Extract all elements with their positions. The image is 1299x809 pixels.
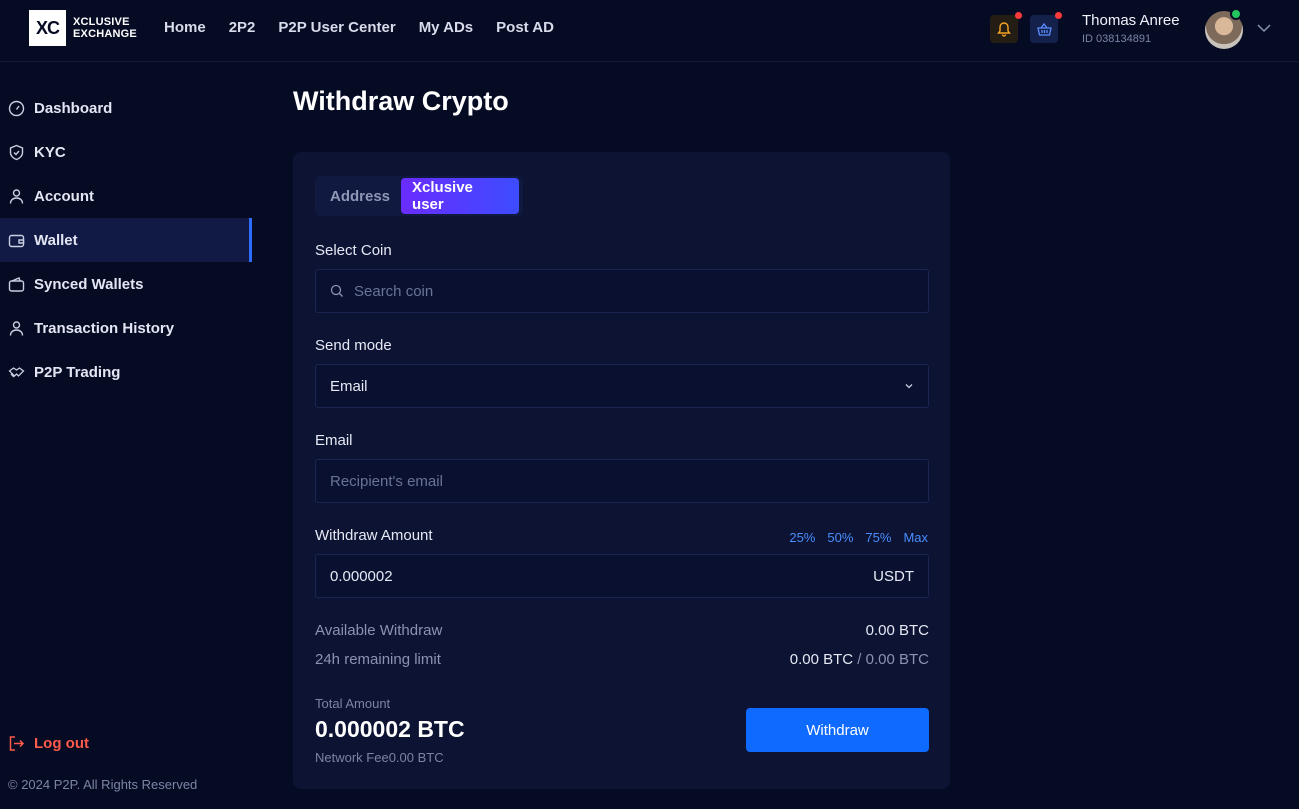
- limit-used: 0.00 BTC: [789, 651, 854, 668]
- logout-icon: [9, 736, 25, 751]
- basket-icon: [1036, 22, 1052, 36]
- percent-max-button[interactable]: Max: [903, 530, 928, 545]
- user-icon: [9, 320, 24, 336]
- logo-text: XCLUSIVE EXCHANGE: [73, 16, 137, 40]
- percent-50-button[interactable]: 50%: [827, 530, 853, 545]
- tab-address[interactable]: Address: [319, 178, 401, 214]
- search-coin-input[interactable]: Search coin: [315, 269, 929, 313]
- sidebar-item-label: Wallet: [34, 231, 78, 249]
- withdraw-button[interactable]: Withdraw: [746, 708, 929, 752]
- withdraw-amount-input[interactable]: 0.000002 USDT: [315, 554, 929, 598]
- network-fee: Network Fee0.00 BTC: [315, 750, 444, 765]
- logout-label: Log out: [34, 735, 89, 752]
- nav-2p2[interactable]: 2P2: [229, 19, 256, 36]
- percent-options: 25% 50% 75% Max: [789, 530, 928, 545]
- logo[interactable]: XC XCLUSIVE EXCHANGE: [29, 10, 137, 46]
- nav-post-ad[interactable]: Post AD: [496, 19, 554, 36]
- send-mode-value: Email: [330, 377, 368, 395]
- percent-75-button[interactable]: 75%: [865, 530, 891, 545]
- sidebar-item-p2p-trading[interactable]: P2P Trading: [0, 350, 252, 394]
- amount-value: 0.000002: [330, 567, 393, 585]
- sidebar-item-transaction-history[interactable]: Transaction History: [0, 306, 252, 350]
- sidebar-item-wallet[interactable]: Wallet: [0, 218, 252, 262]
- handshake-icon: [8, 366, 25, 377]
- limit-value: 0.00 BTC / 0.00 BTC: [790, 651, 929, 668]
- chevron-down-icon: [905, 384, 913, 389]
- nav-home[interactable]: Home: [164, 19, 206, 36]
- select-coin-label: Select Coin: [315, 242, 392, 259]
- limit-total: 0.00 BTC: [865, 651, 929, 668]
- sidebar-item-kyc[interactable]: KYC: [0, 130, 252, 174]
- sidebar-item-label: Synced Wallets: [34, 275, 144, 293]
- limit-row: 24h remaining limit 0.00 BTC / 0.00 BTC: [315, 651, 929, 668]
- send-mode-select[interactable]: Email: [315, 364, 929, 408]
- shield-icon: [9, 144, 24, 160]
- sidebar: Dashboard KYC Account Wallet Synced Wall…: [0, 86, 252, 394]
- percent-25-button[interactable]: 25%: [789, 530, 815, 545]
- sidebar-item-dashboard[interactable]: Dashboard: [0, 86, 252, 130]
- wallet-sync-icon: [8, 276, 25, 292]
- limit-label: 24h remaining limit: [315, 651, 441, 668]
- withdraw-card: Address Xclusive user Select Coin Search…: [293, 152, 950, 789]
- nav-p2p-user-center[interactable]: P2P User Center: [278, 19, 395, 36]
- amount-unit: USDT: [873, 567, 914, 585]
- user-icon: [9, 188, 24, 204]
- nav-my-ads[interactable]: My ADs: [419, 19, 473, 36]
- email-label: Email: [315, 432, 353, 449]
- cart-button[interactable]: [1030, 12, 1062, 43]
- email-field[interactable]: Recipient's email: [315, 459, 929, 503]
- sidebar-item-label: KYC: [34, 143, 66, 161]
- search-icon: [330, 284, 343, 297]
- sidebar-item-label: Account: [34, 187, 94, 205]
- logout-button[interactable]: Log out: [8, 735, 89, 752]
- logo-mark: XC: [29, 10, 66, 46]
- tab-xclusive-user[interactable]: Xclusive user: [401, 178, 519, 214]
- user-id: ID 038134891: [1082, 33, 1152, 45]
- top-header: XC XCLUSIVE EXCHANGE Home 2P2 P2P User C…: [0, 0, 1299, 62]
- total-amount-label: Total Amount: [315, 696, 391, 711]
- sidebar-item-label: P2P Trading: [34, 363, 121, 381]
- logo-line-1: XCLUSIVE: [73, 16, 130, 28]
- available-label: Available Withdraw: [315, 622, 443, 639]
- bell-icon: [997, 21, 1011, 37]
- notification-dot: [1015, 12, 1022, 19]
- notifications-button[interactable]: [990, 12, 1022, 43]
- copyright: © 2024 P2P. All Rights Reserved: [8, 777, 198, 792]
- sidebar-item-label: Transaction History: [34, 319, 175, 337]
- main-nav: Home 2P2 P2P User Center My ADs Post AD: [164, 19, 554, 36]
- withdraw-amount-label: Withdraw Amount: [315, 527, 433, 544]
- sidebar-item-account[interactable]: Account: [0, 174, 252, 218]
- user-name: Thomas Anree: [1082, 12, 1180, 29]
- page-title: Withdraw Crypto: [293, 86, 509, 116]
- sidebar-item-label: Dashboard: [34, 99, 113, 117]
- total-amount-value: 0.000002 BTC: [315, 716, 465, 742]
- logo-line-2: EXCHANGE: [73, 28, 137, 40]
- email-placeholder: Recipient's email: [330, 472, 443, 490]
- wallet-icon: [8, 234, 25, 247]
- available-value: 0.00 BTC: [865, 622, 929, 639]
- sidebar-item-synced-wallets[interactable]: Synced Wallets: [0, 262, 252, 306]
- cart-dot: [1055, 12, 1062, 19]
- limit-separator: /: [857, 651, 862, 668]
- search-coin-placeholder: Search coin: [354, 282, 434, 300]
- online-status-icon: [1230, 8, 1242, 20]
- send-mode-label: Send mode: [315, 337, 392, 354]
- gauge-icon: [8, 100, 25, 116]
- withdraw-tabs: Address Xclusive user: [315, 176, 523, 216]
- chevron-down-icon[interactable]: [1256, 20, 1272, 36]
- available-withdraw-row: Available Withdraw 0.00 BTC: [315, 622, 929, 639]
